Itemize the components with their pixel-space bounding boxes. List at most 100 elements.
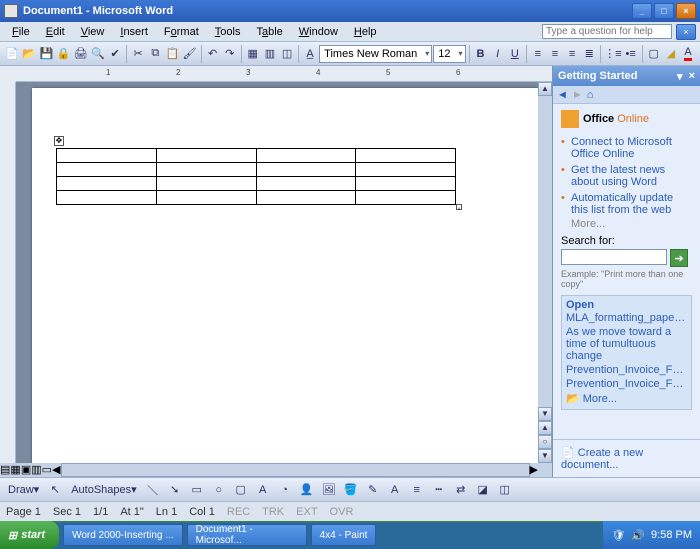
align-right-icon[interactable]: ≡ xyxy=(564,44,580,64)
insert-table-icon[interactable]: ▦ xyxy=(245,44,261,64)
doc-close-button[interactable]: × xyxy=(676,24,696,40)
recent-more[interactable]: 📂 More... xyxy=(566,391,687,406)
print-preview-icon[interactable]: 🔍 xyxy=(90,44,106,64)
font-color-icon[interactable]: A xyxy=(680,44,696,64)
line-color-icon[interactable]: ✎ xyxy=(363,480,383,500)
help-search[interactable] xyxy=(542,24,672,39)
recent-file[interactable]: Prevention_Invoice_Form4[1] xyxy=(566,377,687,391)
redo-icon[interactable]: ↷ xyxy=(222,44,238,64)
table-move-handle[interactable]: ✥ xyxy=(54,136,64,146)
print-icon[interactable]: 🖨 xyxy=(73,44,89,64)
cut-icon[interactable]: ✂ xyxy=(130,44,146,64)
tray-icon[interactable]: 🛡 xyxy=(611,529,625,542)
scroll-down-icon[interactable]: ▼ xyxy=(538,407,552,421)
maximize-button[interactable]: □ xyxy=(654,3,674,19)
numbering-icon[interactable]: ⋮≡ xyxy=(604,44,621,64)
reading-view-icon[interactable]: ▭ xyxy=(42,463,52,477)
vertical-scrollbar[interactable]: ▲ ▼ ▲ ○ ▼ xyxy=(538,82,552,463)
system-tray[interactable]: 🛡 🔊 9:58 PM xyxy=(603,521,700,549)
paste-icon[interactable]: 📋 xyxy=(164,44,180,64)
taskpane-dropdown-icon[interactable]: ▾ xyxy=(677,70,683,83)
taskpane-header[interactable]: Getting Started ▾ × xyxy=(553,66,700,86)
link-latest-news[interactable]: Get the latest news about using Word xyxy=(561,162,692,190)
wordart-icon[interactable]: A xyxy=(253,480,273,500)
undo-icon[interactable]: ↶ xyxy=(205,44,221,64)
prev-page-icon[interactable]: ▲ xyxy=(538,421,552,435)
link-connect-office[interactable]: Connect to Microsoft Office Online xyxy=(561,134,692,162)
status-rec[interactable]: REC xyxy=(227,506,250,518)
bold-icon[interactable]: B xyxy=(472,44,488,64)
vertical-ruler[interactable] xyxy=(0,82,16,463)
print-view-icon[interactable]: ▣ xyxy=(21,463,31,477)
nav-forward-icon[interactable]: ► xyxy=(572,89,583,101)
font-color-draw-icon[interactable]: A xyxy=(385,480,405,500)
browse-object-icon[interactable]: ○ xyxy=(538,435,552,449)
taskpane-close-icon[interactable]: × xyxy=(689,70,695,82)
menu-help[interactable]: Help xyxy=(346,24,385,40)
line-icon[interactable]: ＼ xyxy=(143,480,163,500)
highlight-icon[interactable]: ◢ xyxy=(663,44,679,64)
borders-icon[interactable]: ▢ xyxy=(646,44,662,64)
picture-icon[interactable]: 🖼 xyxy=(319,480,339,500)
status-ovr[interactable]: OVR xyxy=(330,506,354,518)
menu-view[interactable]: View xyxy=(73,24,113,40)
shadow-icon[interactable]: ◪ xyxy=(473,480,493,500)
oval-icon[interactable]: ○ xyxy=(209,480,229,500)
clock[interactable]: 9:58 PM xyxy=(651,529,692,541)
document-page[interactable]: ✥ ◦ xyxy=(32,88,538,463)
3d-icon[interactable]: ◫ xyxy=(495,480,515,500)
rectangle-icon[interactable]: ▭ xyxy=(187,480,207,500)
style-dropdown-icon[interactable]: A̲ xyxy=(302,44,318,64)
horizontal-ruler[interactable]: 1 2 3 4 5 6 xyxy=(16,66,552,82)
recent-file[interactable]: Prevention_Invoice_Form4[1] xyxy=(566,363,687,377)
save-icon[interactable]: 💾 xyxy=(38,44,54,64)
minimize-button[interactable]: _ xyxy=(632,3,652,19)
taskbar-item[interactable]: Word 2000-Inserting ... xyxy=(63,524,183,546)
autoshapes-menu[interactable]: AutoShapes ▾ xyxy=(67,480,140,500)
select-objects-icon[interactable]: ↖ xyxy=(45,480,65,500)
document-table[interactable] xyxy=(56,148,456,205)
underline-icon[interactable]: U xyxy=(507,44,523,64)
draw-menu[interactable]: Draw ▾ xyxy=(4,480,43,500)
menu-table[interactable]: Table xyxy=(248,24,290,40)
font-name-select[interactable]: Times New Roman xyxy=(319,45,432,63)
font-size-select[interactable]: 12 xyxy=(433,45,465,63)
status-ext[interactable]: EXT xyxy=(296,506,317,518)
close-button[interactable]: × xyxy=(676,3,696,19)
status-trk[interactable]: TRK xyxy=(262,506,284,518)
copy-icon[interactable]: ⧉ xyxy=(147,44,163,64)
dash-style-icon[interactable]: ┅ xyxy=(429,480,449,500)
help-search-input[interactable] xyxy=(542,24,672,39)
table-resize-handle[interactable]: ◦ xyxy=(456,204,462,210)
scroll-up-icon[interactable]: ▲ xyxy=(538,82,552,96)
nav-home-icon[interactable]: ⌂ xyxy=(587,89,594,101)
scroll-left-icon[interactable]: ◀ xyxy=(52,463,60,477)
fill-color-icon[interactable]: 🪣 xyxy=(341,480,361,500)
link-auto-update[interactable]: Automatically update this list from the … xyxy=(561,190,692,218)
normal-view-icon[interactable]: ▤ xyxy=(0,463,10,477)
tray-icon[interactable]: 🔊 xyxy=(631,529,645,542)
nav-back-icon[interactable]: ◄ xyxy=(557,89,568,101)
menu-format[interactable]: Format xyxy=(156,24,207,40)
menu-file[interactable]: File xyxy=(4,24,38,40)
diagram-icon[interactable]: ◔ xyxy=(275,480,295,500)
link-more[interactable]: More... xyxy=(561,218,692,230)
format-painter-icon[interactable]: 🖌 xyxy=(182,44,198,64)
next-page-icon[interactable]: ▼ xyxy=(538,449,552,463)
scroll-right-icon[interactable]: ▶ xyxy=(530,463,538,477)
open-icon[interactable]: 📂 xyxy=(21,44,37,64)
textbox-icon[interactable]: ▢ xyxy=(231,480,251,500)
web-view-icon[interactable]: ▦ xyxy=(10,463,20,477)
create-new-doc-link[interactable]: 📄 Create a new document... xyxy=(553,439,700,477)
recent-file[interactable]: MLA_formatting_paper_Bryndan xyxy=(566,311,687,325)
menu-edit[interactable]: Edit xyxy=(38,24,73,40)
columns-icon[interactable]: ▥ xyxy=(262,44,278,64)
arrow-style-icon[interactable]: ⇄ xyxy=(451,480,471,500)
new-doc-icon[interactable]: 📄 xyxy=(4,44,20,64)
taskpane-search-input[interactable] xyxy=(561,249,667,265)
start-button[interactable]: ⊞start xyxy=(0,521,59,549)
menu-tools[interactable]: Tools xyxy=(207,24,249,40)
search-go-icon[interactable]: ➔ xyxy=(670,249,688,267)
menu-insert[interactable]: Insert xyxy=(112,24,156,40)
italic-icon[interactable]: I xyxy=(490,44,506,64)
